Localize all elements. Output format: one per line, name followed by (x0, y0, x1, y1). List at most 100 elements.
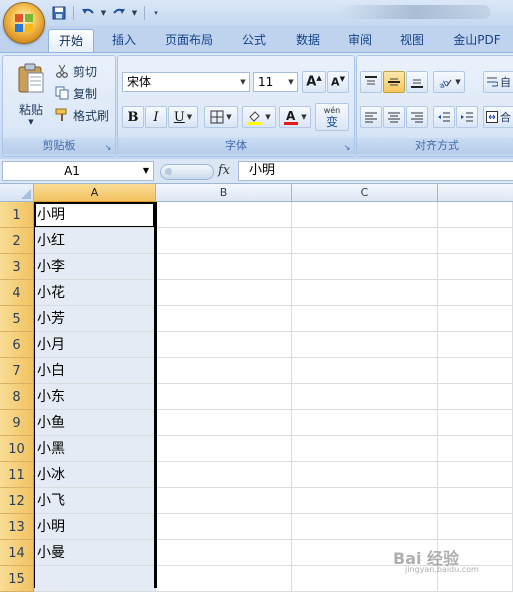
cell-d[interactable] (438, 306, 513, 332)
phonetic-button[interactable]: wén 变 (315, 103, 349, 131)
tab-page-layout[interactable]: 页面布局 (158, 29, 220, 52)
grow-font-button[interactable]: A▲ (302, 71, 326, 93)
tab-insert[interactable]: 插入 (102, 29, 146, 52)
cell-b[interactable] (156, 280, 292, 306)
font-launcher-icon[interactable]: ↘ (342, 143, 352, 153)
cell-a[interactable]: 小芳 (34, 306, 156, 332)
row-header[interactable]: 12 (0, 488, 34, 514)
font-size-dropdown-icon[interactable]: ▼ (285, 73, 297, 91)
wrap-text-button[interactable]: 自 (483, 71, 513, 93)
borders-button[interactable]: ▼ (204, 106, 238, 128)
cell-d[interactable] (438, 410, 513, 436)
cell-d[interactable] (438, 280, 513, 306)
cell-d[interactable] (438, 332, 513, 358)
column-header-b[interactable]: B (156, 184, 292, 202)
formula-bar-expander[interactable] (160, 164, 214, 180)
bold-button[interactable]: B (122, 106, 144, 128)
row-header[interactable]: 14 (0, 540, 34, 566)
align-left-button[interactable] (360, 106, 382, 128)
cell-a[interactable]: 小白 (34, 358, 156, 384)
tab-data[interactable]: 数据 (286, 29, 330, 52)
row-header[interactable]: 2 (0, 228, 34, 254)
tab-review[interactable]: 审阅 (338, 29, 382, 52)
shrink-font-button[interactable]: A▼ (327, 71, 349, 93)
row-header[interactable]: 1 (0, 202, 34, 228)
cell-c[interactable] (292, 384, 438, 410)
cell-a[interactable]: 小明 (34, 514, 156, 540)
cell-b[interactable] (156, 514, 292, 540)
row-header[interactable]: 13 (0, 514, 34, 540)
font-name-dropdown-icon[interactable]: ▼ (237, 73, 249, 91)
cell-c[interactable] (292, 280, 438, 306)
worksheet-grid[interactable]: A B C 1 小明 2 小红 3 小李 4 小花 5 小芳 6 小月 7 小白 8 小东 9 小鱼 10 小黑 11 小… (0, 184, 513, 592)
tab-view[interactable]: 视图 (390, 29, 434, 52)
cell-b[interactable] (156, 306, 292, 332)
cell-d[interactable] (438, 228, 513, 254)
redo-dropdown-icon[interactable]: ▼ (130, 4, 139, 22)
cell-c[interactable] (292, 410, 438, 436)
cell-a[interactable] (34, 566, 156, 592)
cell-a[interactable]: 小花 (34, 280, 156, 306)
row-header[interactable]: 11 (0, 462, 34, 488)
column-header-d[interactable] (438, 184, 513, 202)
cut-button[interactable]: 剪切 (55, 61, 97, 81)
undo-dropdown-icon[interactable]: ▼ (99, 4, 108, 22)
cell-b[interactable] (156, 540, 292, 566)
format-painter-button[interactable]: 格式刷 (55, 105, 109, 125)
undo-icon[interactable] (79, 4, 97, 22)
cell-a[interactable]: 小鱼 (34, 410, 156, 436)
cell-a[interactable]: 小李 (34, 254, 156, 280)
align-right-button[interactable] (406, 106, 428, 128)
cell-c[interactable] (292, 202, 438, 228)
cell-c[interactable] (292, 514, 438, 540)
name-box-dropdown-icon[interactable]: ▼ (140, 162, 152, 180)
cell-b[interactable] (156, 410, 292, 436)
cell-c[interactable] (292, 358, 438, 384)
customize-qat-icon[interactable]: ▾ (150, 4, 162, 22)
row-header[interactable]: 5 (0, 306, 34, 332)
cell-a[interactable]: 小东 (34, 384, 156, 410)
name-box[interactable]: A1 ▼ (2, 161, 154, 181)
merge-center-button[interactable]: 合 (483, 106, 513, 128)
align-middle-button[interactable] (383, 71, 405, 93)
cell-b[interactable] (156, 202, 292, 228)
cell-c[interactable] (292, 332, 438, 358)
tab-kingsoft-pdf[interactable]: 金山PDF (446, 29, 508, 52)
cell-a[interactable]: 小月 (34, 332, 156, 358)
row-header[interactable]: 3 (0, 254, 34, 280)
redo-icon[interactable] (110, 4, 128, 22)
cell-a[interactable]: 小红 (34, 228, 156, 254)
cell-b[interactable] (156, 254, 292, 280)
font-size-combo[interactable]: 11 ▼ (253, 72, 298, 92)
cell-c[interactable] (292, 462, 438, 488)
row-header[interactable]: 6 (0, 332, 34, 358)
align-center-button[interactable] (383, 106, 405, 128)
cell-d[interactable] (438, 436, 513, 462)
row-header[interactable]: 7 (0, 358, 34, 384)
cell-a[interactable]: 小曼 (34, 540, 156, 566)
row-header[interactable]: 8 (0, 384, 34, 410)
column-header-c[interactable]: C (292, 184, 438, 202)
cell-c[interactable] (292, 254, 438, 280)
cell-b[interactable] (156, 436, 292, 462)
cell-d[interactable] (438, 462, 513, 488)
cell-d[interactable] (438, 514, 513, 540)
align-bottom-button[interactable] (406, 71, 428, 93)
row-header[interactable]: 10 (0, 436, 34, 462)
italic-button[interactable]: I (145, 106, 167, 128)
clipboard-launcher-icon[interactable]: ↘ (103, 143, 113, 153)
align-top-button[interactable] (360, 71, 382, 93)
office-button[interactable] (3, 2, 45, 44)
cell-d[interactable] (438, 384, 513, 410)
tab-home[interactable]: 开始 (48, 29, 94, 53)
cell-d[interactable] (438, 202, 513, 228)
cell-c[interactable] (292, 228, 438, 254)
paste-button[interactable]: 粘贴 ▼ (11, 62, 51, 128)
insert-function-icon[interactable]: fx (218, 161, 230, 181)
copy-button[interactable]: 复制 (55, 83, 97, 103)
cell-b[interactable] (156, 384, 292, 410)
cell-d[interactable] (438, 488, 513, 514)
cell-b[interactable] (156, 462, 292, 488)
row-header[interactable]: 4 (0, 280, 34, 306)
cell-c[interactable] (292, 488, 438, 514)
